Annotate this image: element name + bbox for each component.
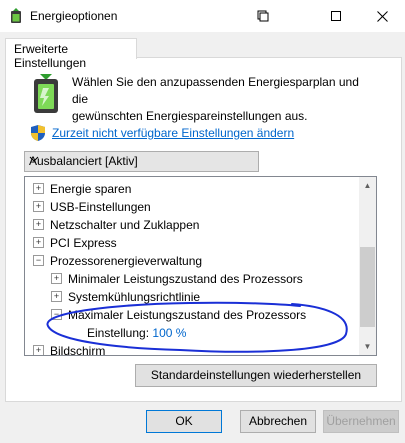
scroll-up-icon[interactable]: ▲ <box>359 177 376 194</box>
expand-icon[interactable]: + <box>33 201 44 213</box>
tree-item-label: USB-Einstellungen <box>50 200 151 214</box>
description-line-1: Wählen Sie den anzupassenden Energiespar… <box>72 75 359 106</box>
cancel-button[interactable]: Abbrechen <box>240 410 316 433</box>
tree-item-label: Bildschirm <box>50 344 106 356</box>
expand-icon[interactable]: + <box>51 291 62 303</box>
tree-item-label: Prozessorenergieverwaltung <box>50 254 203 268</box>
close-icon <box>376 11 388 22</box>
tree-item-prozessorenergieverwaltung[interactable]: − Prozessorenergieverwaltung <box>33 252 202 270</box>
tree-item-systemkuehlung[interactable]: + Systemkühlungsrichtlinie <box>51 288 200 306</box>
battery-icon <box>34 74 58 113</box>
maximize-button[interactable] <box>313 0 359 32</box>
tree-item-label: Minimaler Leistungszustand des Prozessor… <box>68 272 303 286</box>
tree-item-usb[interactable]: + USB-Einstellungen <box>33 198 151 216</box>
change-unavailable-settings-link[interactable]: Zurzeit nicht verfügbare Einstellungen ä… <box>52 126 294 140</box>
ok-button[interactable]: OK <box>146 410 222 433</box>
power-options-icon <box>11 8 21 23</box>
tab-advanced-settings[interactable]: Erweiterte Einstellungen <box>5 38 137 70</box>
expand-icon[interactable]: + <box>33 219 44 231</box>
tree-scrollbar[interactable]: ▲ ▼ <box>359 177 376 355</box>
expand-icon[interactable]: + <box>33 345 44 355</box>
close-button[interactable] <box>359 0 405 32</box>
collapse-icon[interactable]: − <box>33 255 44 267</box>
setting-label: Einstellung: <box>87 326 150 340</box>
tree-item-label: Energie sparen <box>50 182 132 196</box>
minimize-icon <box>257 10 269 22</box>
expand-icon[interactable]: + <box>33 183 44 195</box>
description-line-2: gewünschten Energiespareinstellungen aus… <box>72 109 308 123</box>
maximize-icon <box>331 11 341 21</box>
description-text: Wählen Sie den anzupassenden Energiespar… <box>72 74 372 125</box>
tree-item-max-leistungszustand[interactable]: − Maximaler Leistungszustand des Prozesso… <box>51 306 306 324</box>
tree-item-label: PCI Express <box>50 236 117 250</box>
title-bar: Energieoptionen <box>0 0 405 32</box>
apply-button: Übernehmen <box>323 410 399 433</box>
tree-item-netzschalter[interactable]: + Netzschalter und Zuklappen <box>33 216 199 234</box>
minimize-button[interactable] <box>240 0 286 32</box>
tab-label: Erweiterte Einstellungen <box>14 42 87 70</box>
chevron-down-icon <box>29 154 252 167</box>
tree-item-pci-express[interactable]: + PCI Express <box>33 234 117 252</box>
tree-item-energie-sparen[interactable]: + Energie sparen <box>33 180 131 198</box>
scroll-down-icon[interactable]: ▼ <box>359 338 376 355</box>
restore-defaults-button[interactable]: Standardeinstellungen wiederherstellen <box>135 364 377 387</box>
tree-item-label: Systemkühlungsrichtlinie <box>68 290 201 304</box>
window-title: Energieoptionen <box>30 9 118 23</box>
settings-tree[interactable]: + Energie sparen + USB-Einstellungen + Netz… <box>24 176 377 356</box>
tree-item-label: Netzschalter und Zuklappen <box>50 218 200 232</box>
setting-value-link[interactable]: 100 % <box>152 326 186 340</box>
scrollbar-thumb[interactable] <box>360 247 375 327</box>
tree-item-label: Maximaler Leistungszustand des Prozessor… <box>68 308 307 322</box>
uac-shield-icon <box>31 125 45 141</box>
collapse-icon[interactable]: − <box>51 309 62 321</box>
expand-icon[interactable]: + <box>51 273 62 285</box>
tree-item-bildschirm[interactable]: + Bildschirm <box>33 342 106 356</box>
tree-item-einstellung[interactable]: Einstellung: 100 % <box>87 324 186 342</box>
expand-icon[interactable]: + <box>33 237 44 249</box>
power-plan-dropdown[interactable]: Ausbalanciert [Aktiv] <box>24 151 259 172</box>
tree-item-min-leistungszustand[interactable]: + Minimaler Leistungszustand des Prozesso… <box>51 270 303 288</box>
